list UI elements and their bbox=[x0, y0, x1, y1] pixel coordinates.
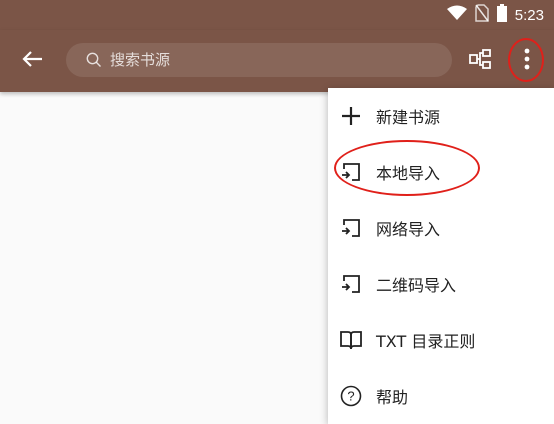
menu-item-help[interactable]: ? 帮助 bbox=[328, 368, 554, 424]
back-button[interactable] bbox=[14, 47, 50, 75]
menu-item-qrcode-import[interactable]: 二维码导入 bbox=[328, 256, 554, 312]
import-icon bbox=[339, 160, 363, 184]
group-button[interactable] bbox=[464, 45, 496, 77]
menu-item-network-import[interactable]: 网络导入 bbox=[328, 200, 554, 256]
svg-text:?: ? bbox=[347, 389, 354, 404]
menu-item-local-import[interactable]: 本地导入 bbox=[328, 144, 554, 200]
menu-item-txt-toc-regex[interactable]: TXT 目录正则 bbox=[328, 312, 554, 368]
menu-item-label: TXT 目录正则 bbox=[376, 332, 476, 351]
overflow-menu: 新建书源 本地导入 网络导入 二维码导入 TXT 目录正则 ? 帮助 bbox=[328, 88, 554, 424]
wifi-icon bbox=[446, 5, 467, 25]
menu-item-new-source[interactable]: 新建书源 bbox=[328, 88, 554, 144]
plus-icon bbox=[339, 104, 363, 128]
search-box[interactable] bbox=[66, 43, 452, 77]
help-circle-icon: ? bbox=[339, 384, 363, 408]
import-icon bbox=[339, 216, 363, 240]
menu-item-label: 新建书源 bbox=[376, 108, 441, 127]
arrow-left-icon bbox=[21, 50, 43, 72]
status-icons: 5:23 bbox=[446, 4, 544, 26]
menu-item-label: 二维码导入 bbox=[376, 276, 457, 295]
status-time: 5:23 bbox=[514, 6, 544, 24]
more-vertical-icon bbox=[524, 48, 530, 74]
menu-item-label: 帮助 bbox=[376, 388, 409, 407]
battery-icon bbox=[496, 4, 507, 26]
group-icon bbox=[469, 49, 491, 73]
menu-item-label: 本地导入 bbox=[376, 164, 441, 183]
import-icon bbox=[339, 272, 363, 296]
search-icon bbox=[86, 51, 104, 69]
status-bar: 5:23 bbox=[0, 0, 554, 30]
no-sim-icon bbox=[475, 4, 489, 26]
menu-item-label: 网络导入 bbox=[376, 220, 441, 239]
book-icon bbox=[339, 328, 363, 352]
toolbar bbox=[0, 30, 554, 92]
search-input[interactable] bbox=[108, 50, 432, 70]
more-button[interactable] bbox=[511, 45, 543, 77]
